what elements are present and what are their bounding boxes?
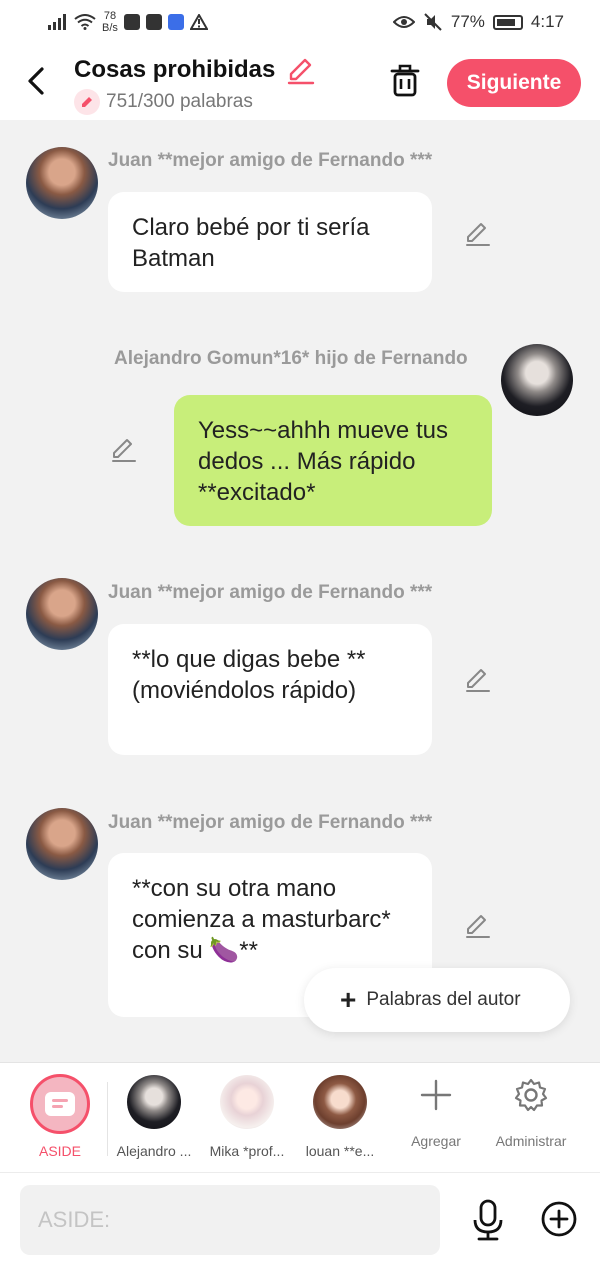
avatar-mika <box>220 1075 274 1129</box>
avatar-juan[interactable] <box>26 808 98 880</box>
avatar-juan[interactable] <box>26 578 98 650</box>
character-alejandro[interactable]: Alejandro ... <box>108 1063 200 1173</box>
character-label: Alejandro ... <box>116 1143 192 1159</box>
ad-app-icon <box>123 14 140 30</box>
mute-icon <box>424 13 442 31</box>
character-louan[interactable]: louan **e... <box>294 1063 386 1173</box>
status-right: 77% 4:17 <box>392 12 564 32</box>
microphone-icon[interactable] <box>470 1198 506 1242</box>
chat-area[interactable]: Juan **mejor amigo de Fernando *** Claro… <box>0 120 600 1062</box>
edit-message-icon[interactable] <box>464 220 492 248</box>
next-button[interactable]: Siguiente <box>447 59 581 107</box>
message-bubble-own[interactable]: Yess~~ahhh mueve tus dedos ... Más rápid… <box>174 395 492 526</box>
avatar-louan <box>313 1075 367 1129</box>
divider <box>107 1082 108 1156</box>
gear-icon <box>514 1078 548 1112</box>
edit-message-icon[interactable] <box>464 912 492 940</box>
media-app-icon <box>145 14 162 30</box>
warning-icon <box>189 14 208 30</box>
pencil-icon[interactable] <box>286 56 316 86</box>
author-words-button[interactable]: + Palabras del autor <box>304 968 570 1032</box>
back-arrow-icon[interactable] <box>22 64 52 98</box>
message-bubble[interactable]: **lo que digas bebe **(moviéndolos rápid… <box>108 624 432 755</box>
character-mika[interactable]: Mika *prof... <box>201 1063 293 1173</box>
page-title: Cosas prohibidas <box>74 56 276 83</box>
word-count: 751/300 palabras <box>106 91 253 112</box>
net-speed: 78 B/s <box>102 10 118 34</box>
character-bar: ASIDE Alejandro ... Mika *prof... louan … <box>0 1062 600 1172</box>
word-count-pencil-icon <box>74 89 100 115</box>
character-label: louan **e... <box>305 1143 375 1159</box>
character-label: Mika *prof... <box>209 1143 285 1159</box>
add-character-button[interactable]: Agregar <box>386 1063 486 1173</box>
net-speed-value: 78 <box>103 10 117 22</box>
clock: 4:17 <box>530 12 564 31</box>
edit-message-icon[interactable] <box>110 436 138 464</box>
aside-label: ASIDE <box>38 1143 81 1159</box>
edit-message-icon[interactable] <box>464 666 492 694</box>
manage-label: Administrar <box>495 1133 567 1149</box>
status-left: 78 B/s <box>48 10 208 34</box>
message-author: Juan **mejor amigo de Fernando *** <box>108 582 433 603</box>
battery-icon <box>492 14 523 30</box>
plus-circle-icon[interactable] <box>540 1200 578 1238</box>
trash-icon[interactable] <box>388 62 422 98</box>
avatar-alejandro <box>127 1075 181 1129</box>
message-input[interactable] <box>20 1185 440 1255</box>
eye-icon <box>392 16 415 28</box>
avatar-alejandro[interactable] <box>501 344 573 416</box>
message-bubble[interactable]: Claro bebé por ti sería Batman <box>108 192 432 292</box>
net-speed-unit: B/s <box>102 22 118 34</box>
input-bar <box>0 1172 600 1267</box>
header: Cosas prohibidas 751/300 palabras Siguie… <box>0 46 600 120</box>
avatar-juan[interactable] <box>26 147 98 219</box>
shield-app-icon <box>167 14 184 30</box>
plus-icon: + <box>340 984 357 1015</box>
wifi-icon <box>74 14 96 30</box>
manage-button[interactable]: Administrar <box>481 1063 581 1173</box>
signal-icon <box>48 14 66 30</box>
plus-icon <box>420 1079 452 1111</box>
aside-icon <box>30 1074 90 1134</box>
aside-toggle[interactable]: ASIDE <box>0 1063 120 1173</box>
message-author: Juan **mejor amigo de Fernando *** <box>108 812 433 833</box>
battery-percent: 77% <box>450 12 485 31</box>
message-author: Alejandro Gomun*16* hijo de Fernando <box>114 348 468 369</box>
message-author: Juan **mejor amigo de Fernando *** <box>108 150 433 171</box>
status-bar: 78 B/s 77% 4:17 <box>0 0 600 46</box>
author-words-label: Palabras del autor <box>366 989 521 1010</box>
add-label: Agregar <box>411 1133 461 1149</box>
